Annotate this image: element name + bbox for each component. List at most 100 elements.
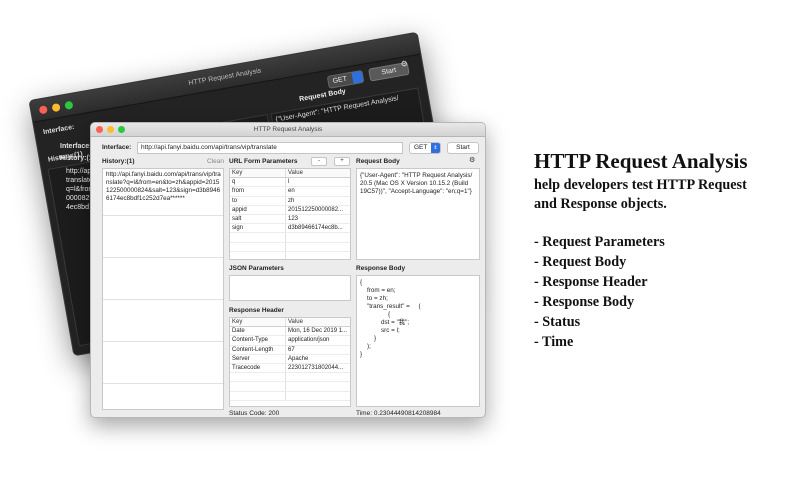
table-row[interactable]: Date Mon, 16 Dec 2019 1...	[230, 327, 350, 337]
table-row	[230, 233, 350, 243]
header-key: Content-Type	[230, 336, 286, 345]
list-item	[103, 215, 223, 257]
list-item	[103, 383, 223, 409]
front-window-titlebar: HTTP Request Analysis	[91, 123, 485, 137]
gear-icon[interactable]: ⚙	[400, 59, 409, 69]
param-value: 123	[288, 215, 299, 222]
empty-cell	[230, 242, 286, 251]
remove-param-button[interactable]: -	[311, 157, 327, 166]
zoom-icon[interactable]	[118, 126, 125, 133]
param-key: appid	[230, 205, 286, 214]
history-panel[interactable]: http://api.fanyi.baidu.com/api/trans/vip…	[102, 168, 224, 410]
param-key: to	[230, 196, 286, 205]
header-value: 223012731802044...	[288, 364, 344, 371]
response-header-table[interactable]: Key Value Date Mon, 16 Dec 2019 1... Cont…	[229, 317, 351, 407]
param-value: d3b89466174ec8b...	[288, 225, 343, 232]
method-select[interactable]: GET ⇕	[409, 142, 441, 154]
header-key: Content-Length	[230, 345, 286, 354]
feature-item: - Request Parameters	[534, 234, 665, 250]
table-row[interactable]: Content-Length 67	[230, 345, 350, 355]
header-key: Date	[230, 327, 286, 336]
back-peek-line: 4ec8bd	[66, 204, 89, 211]
feature-item: - Response Body	[534, 294, 635, 310]
param-value: l	[288, 179, 290, 186]
table-row[interactable]: from en	[230, 187, 350, 197]
back-window-traffic-lights	[38, 100, 74, 115]
front-toolbar: Interface: http://api.fanyi.baidu.com/ap…	[91, 137, 485, 159]
empty-cell	[286, 392, 350, 400]
value-column-header: Value	[288, 319, 303, 325]
table-row[interactable]: ql	[230, 178, 350, 188]
table-row[interactable]: Server Apache	[230, 354, 350, 364]
request-body-text[interactable]: {"User-Agent": "HTTP Request Analysis/ 2…	[356, 168, 480, 260]
table-row[interactable]: Content-Type application/json	[230, 336, 350, 346]
param-value: zh	[288, 197, 295, 204]
table-row	[230, 382, 350, 392]
history-rows	[103, 215, 223, 409]
add-param-button[interactable]: +	[334, 157, 350, 166]
table-row[interactable]: appid 201512250000082...	[230, 205, 350, 215]
url-form-table[interactable]: Key Value ql from en to zh appid 2015122500…	[229, 168, 351, 260]
param-key: q	[230, 178, 286, 187]
status-code: Status Code: 200	[229, 410, 280, 417]
feature-item: - Time	[534, 334, 574, 350]
list-item	[103, 341, 223, 383]
history-label: History:(1)	[102, 158, 135, 165]
chevron-updown-icon: ⇕	[431, 143, 440, 153]
table-row[interactable]: to zh	[230, 196, 350, 206]
close-icon[interactable]	[38, 105, 48, 115]
feature-item: - Status	[534, 314, 581, 330]
feature-item: - Request Body	[534, 254, 627, 270]
value-column-header: Value	[288, 170, 303, 176]
feature-item: - Response Header	[534, 274, 648, 290]
empty-cell	[230, 391, 286, 400]
minimize-icon[interactable]	[107, 126, 114, 133]
back-method-select[interactable]: GET	[326, 69, 365, 89]
empty-cell	[230, 251, 286, 259]
minimize-icon[interactable]	[51, 102, 61, 113]
response-body-label: Response Body	[356, 265, 406, 272]
response-time: Time: 0.23044490814208984	[356, 410, 441, 417]
param-key: from	[230, 187, 286, 196]
table-row[interactable]: sign d3b89466174ec8b...	[230, 224, 350, 234]
empty-cell	[286, 382, 350, 390]
empty-cell	[286, 373, 350, 381]
table-row	[230, 373, 350, 383]
header-value: application/json	[288, 337, 330, 344]
empty-cell	[230, 382, 286, 391]
clean-button[interactable]: Clean	[207, 158, 224, 165]
interface-label: Interface:	[102, 144, 132, 151]
param-value: 201512250000082...	[288, 206, 344, 213]
gear-icon[interactable]: ⚙	[469, 156, 475, 164]
front-window-title: HTTP Request Analysis	[253, 126, 323, 133]
front-window: HTTP Request Analysis Interface: http://…	[90, 122, 486, 418]
empty-cell	[230, 233, 286, 242]
start-button[interactable]: Start	[447, 142, 479, 154]
zoom-icon[interactable]	[64, 100, 74, 110]
empty-cell	[286, 252, 350, 259]
list-item	[103, 299, 223, 341]
table-row	[230, 251, 350, 259]
table-row[interactable]: Tracecode 223012731802044...	[230, 363, 350, 374]
url-input[interactable]: http://api.fanyi.baidu.com/api/trans/vip…	[137, 142, 403, 154]
param-key: sign	[230, 224, 286, 233]
json-params-label: JSON Parameters	[229, 265, 284, 272]
front-window-traffic-lights	[96, 126, 125, 133]
json-params-input[interactable]	[229, 275, 351, 301]
empty-cell	[286, 233, 350, 241]
back-peek-interface: Interface:	[60, 143, 92, 150]
promo-title: HTTP Request Analysis	[534, 149, 748, 173]
key-column-header: Key	[230, 169, 286, 178]
header-value: Apache	[288, 355, 309, 362]
table-row	[230, 391, 350, 401]
response-body-text[interactable]: { from = en; to = zh; "trans_result" = (…	[356, 275, 480, 407]
header-key: Server	[230, 354, 286, 363]
empty-cell	[230, 373, 286, 382]
close-icon[interactable]	[96, 126, 103, 133]
table-row[interactable]: salt 123	[230, 214, 350, 225]
history-entry[interactable]: http://api.fanyi.baidu.com/api/trans/vip…	[103, 169, 223, 211]
header-key: Tracecode	[230, 363, 286, 373]
empty-cell	[286, 243, 350, 251]
list-item	[103, 257, 223, 299]
header-value: 67	[288, 346, 295, 353]
